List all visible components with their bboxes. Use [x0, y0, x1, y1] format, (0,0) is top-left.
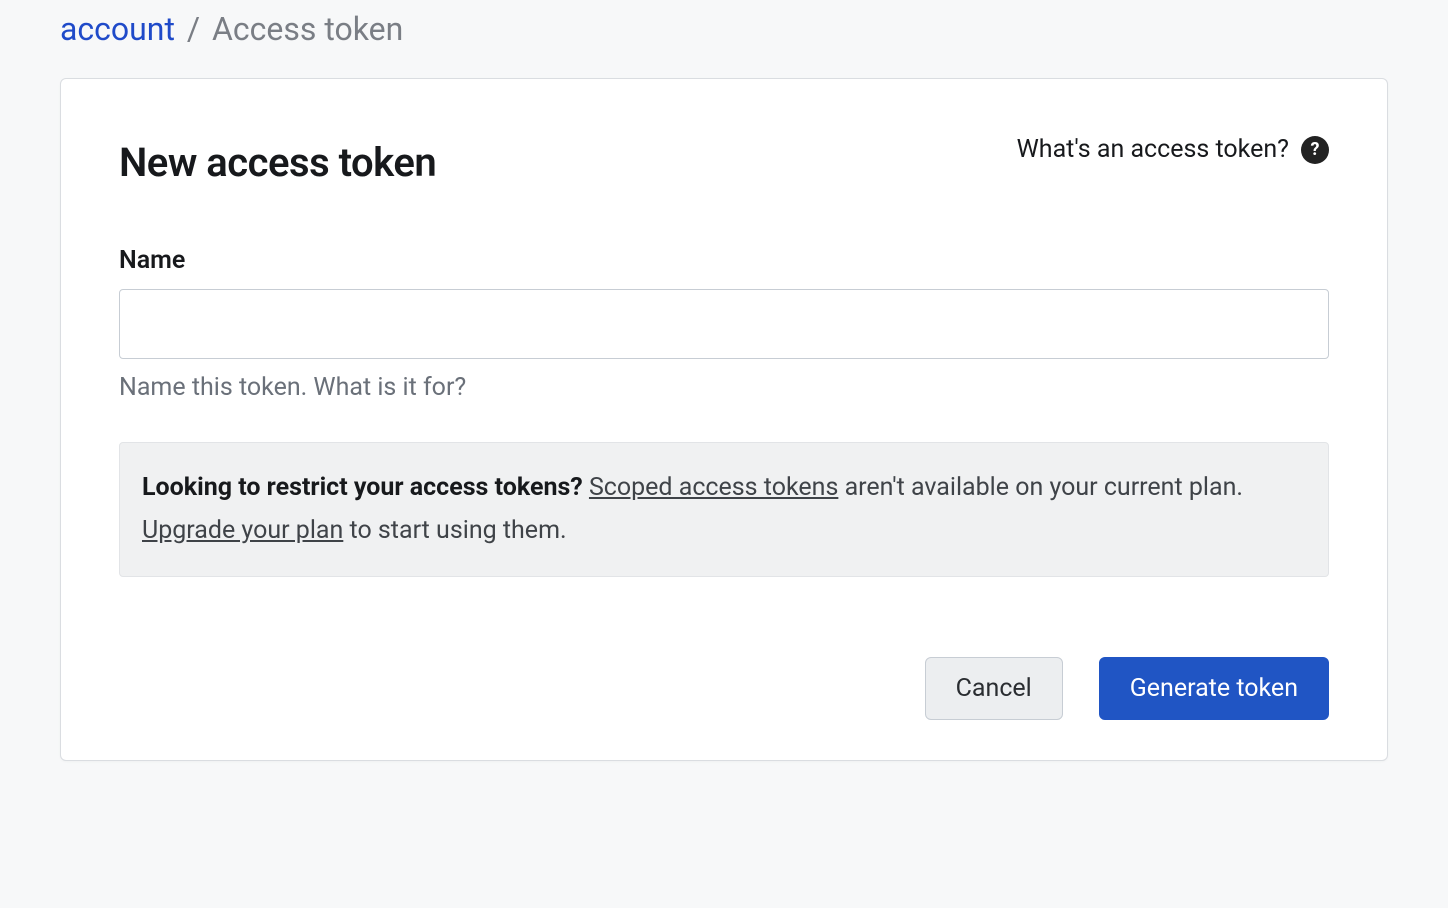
card-title: New access token	[119, 139, 436, 186]
breadcrumb-separator: /	[187, 10, 200, 48]
upgrade-plan-link[interactable]: Upgrade your plan	[142, 516, 343, 545]
name-hint: Name this token. What is it for?	[119, 373, 1329, 402]
name-input[interactable]	[119, 289, 1329, 359]
scoped-tokens-link[interactable]: Scoped access tokens	[589, 473, 838, 502]
generate-button[interactable]: Generate token	[1099, 657, 1329, 720]
new-token-card: New access token What's an access token?…	[60, 78, 1388, 761]
breadcrumb: account / Access token	[0, 0, 1448, 68]
help-icon: ?	[1301, 136, 1329, 164]
name-label: Name	[119, 246, 1329, 275]
button-row: Cancel Generate token	[119, 657, 1329, 720]
breadcrumb-current: Access token	[212, 10, 403, 48]
notice-text-2: to start using them.	[350, 516, 567, 545]
notice-bold-text: Looking to restrict your access tokens?	[142, 473, 583, 502]
breadcrumb-link-account[interactable]: account	[60, 10, 175, 48]
card-header: New access token What's an access token?…	[119, 139, 1329, 186]
help-link-label: What's an access token?	[1017, 135, 1289, 164]
notice-text-1: aren't available on your current plan.	[845, 473, 1243, 502]
cancel-button[interactable]: Cancel	[925, 657, 1063, 720]
name-field-group: Name Name this token. What is it for?	[119, 246, 1329, 402]
upgrade-notice: Looking to restrict your access tokens? …	[119, 442, 1329, 577]
help-link[interactable]: What's an access token? ?	[1017, 135, 1329, 164]
